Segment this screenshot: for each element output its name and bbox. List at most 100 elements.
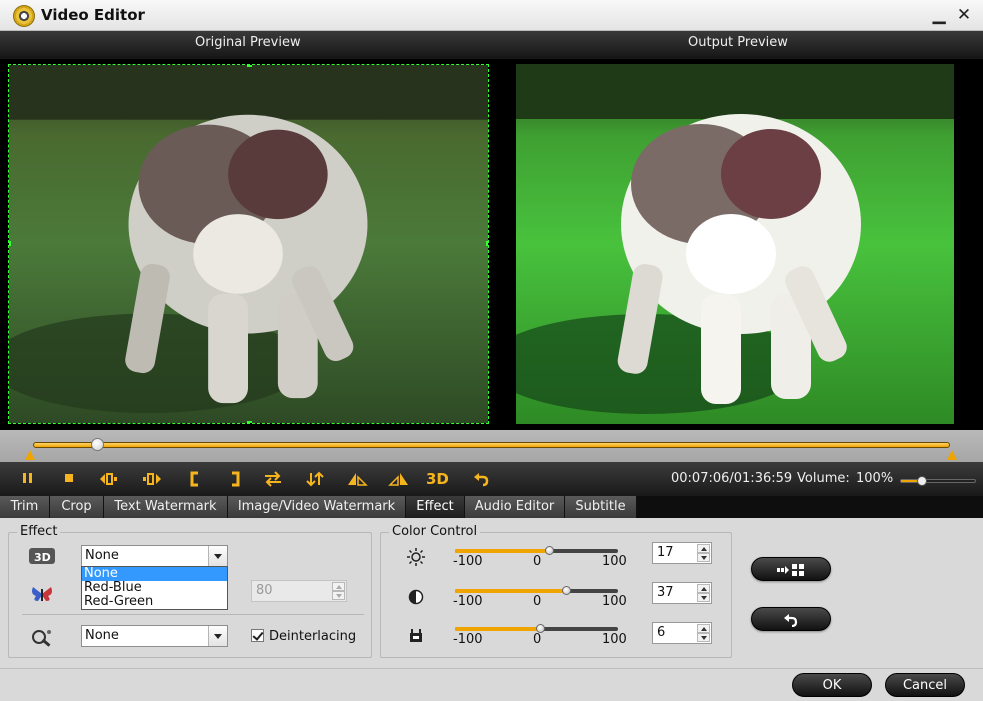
- contrast-spinbox[interactable]: 37: [652, 582, 712, 604]
- volume-slider-thumb[interactable]: [917, 476, 928, 486]
- preview-header: Original Preview Output Preview: [0, 31, 983, 59]
- minimize-icon[interactable]: ▁: [929, 4, 949, 26]
- saturation-slider[interactable]: [455, 624, 618, 633]
- spin-up-icon[interactable]: [697, 584, 710, 593]
- dropdown-option-none[interactable]: None: [82, 567, 227, 581]
- brightness-min-label: -100: [453, 554, 483, 569]
- spin-up-icon: [332, 582, 345, 591]
- tab-image-video-watermark[interactable]: Image/Video Watermark: [228, 496, 406, 518]
- tab-subtitle[interactable]: Subtitle: [565, 496, 637, 518]
- dog-image-original: [9, 65, 488, 423]
- 3d-icon[interactable]: 3D: [426, 468, 449, 490]
- saturation-min-label: -100: [453, 632, 483, 647]
- contrast-icon: [408, 589, 424, 605]
- saturation-mid-label: 0: [533, 632, 542, 647]
- deinterlacing-label: Deinterlacing: [269, 629, 357, 644]
- mark-out-icon[interactable]: [224, 468, 246, 490]
- spin-down-icon[interactable]: [697, 633, 710, 642]
- dog-image-output: [496, 64, 976, 424]
- saturation-max-label: 100: [602, 632, 627, 647]
- reset-icon: [784, 614, 798, 627]
- timeline: [0, 430, 983, 462]
- brightness-mid-label: 0: [533, 554, 542, 569]
- cancel-button[interactable]: Cancel: [885, 673, 965, 697]
- tab-bar: Trim Crop Text Watermark Image/Video Wat…: [0, 496, 983, 518]
- saturation-spinbox[interactable]: 6: [652, 622, 712, 644]
- chevron-down-icon[interactable]: [208, 546, 227, 566]
- brightness-slider-fill: [455, 549, 551, 553]
- flip-horizontal-icon[interactable]: [262, 468, 284, 490]
- 3d-effect-icon: 3D: [28, 546, 56, 566]
- effect-group-title: Effect: [17, 524, 61, 539]
- contrast-slider-thumb[interactable]: [561, 586, 571, 595]
- tab-crop[interactable]: Crop: [50, 496, 104, 518]
- volume-slider[interactable]: [900, 476, 976, 486]
- timecode: 00:07:06/01:36:59: [671, 471, 793, 486]
- contrast-max-label: 100: [602, 594, 627, 609]
- apply-to-all-icon: [777, 564, 804, 576]
- tab-trim[interactable]: Trim: [0, 496, 50, 518]
- contrast-slider-fill: [455, 589, 567, 593]
- deinterlacing-checkbox[interactable]: [251, 629, 264, 642]
- mark-in-icon[interactable]: [184, 468, 206, 490]
- output-preview-label: Output Preview: [688, 35, 788, 50]
- filter-select[interactable]: None: [81, 625, 228, 647]
- trim-start-marker[interactable]: [25, 450, 35, 460]
- footer: OK Cancel: [0, 668, 983, 701]
- ok-button[interactable]: OK: [792, 673, 872, 697]
- brightness-value: 17: [657, 545, 674, 560]
- depth-spinbox: 80: [251, 580, 347, 602]
- pause-icon[interactable]: [17, 468, 39, 490]
- playback-controls: 3D 00:07:06/01:36:59 Volume: 100%: [0, 462, 983, 496]
- effect-panel: Effect 3D None None Red-Blue Red-Green 8…: [0, 518, 983, 668]
- volume-value: 100%: [856, 471, 894, 486]
- brightness-spinbox[interactable]: 17: [652, 542, 712, 564]
- tab-text-watermark[interactable]: Text Watermark: [104, 496, 228, 518]
- 3d-effect-select[interactable]: None: [81, 545, 228, 567]
- contrast-slider[interactable]: [455, 586, 618, 595]
- flip-vertical-icon[interactable]: [304, 468, 326, 490]
- timeline-track[interactable]: [33, 442, 950, 448]
- saturation-icon: [408, 628, 424, 644]
- divider: [22, 614, 364, 615]
- color-control-group-title: Color Control: [389, 524, 481, 539]
- original-preview[interactable]: [8, 64, 489, 424]
- spin-up-icon[interactable]: [697, 544, 710, 553]
- spin-down-icon[interactable]: [697, 593, 710, 602]
- tab-audio-editor[interactable]: Audio Editor: [465, 496, 565, 518]
- spin-down-icon[interactable]: [697, 553, 710, 562]
- stop-icon[interactable]: [58, 468, 80, 490]
- dropdown-option-red-green[interactable]: Red-Green: [82, 595, 227, 609]
- contrast-value: 37: [657, 585, 674, 600]
- app-icon: [13, 5, 35, 27]
- prev-frame-icon[interactable]: [98, 468, 120, 490]
- butterfly-icon: [30, 584, 54, 604]
- tab-effect[interactable]: Effect: [406, 496, 465, 518]
- next-frame-icon[interactable]: [141, 468, 163, 490]
- contrast-mid-label: 0: [533, 594, 542, 609]
- contrast-min-label: -100: [453, 594, 483, 609]
- volume-label: Volume:: [797, 471, 850, 486]
- saturation-slider-fill: [455, 627, 542, 631]
- brightness-icon: [407, 548, 425, 566]
- trim-end-marker[interactable]: [947, 450, 957, 460]
- title-bar: Video Editor ▁ ✕: [0, 0, 983, 31]
- close-icon[interactable]: ✕: [954, 4, 974, 26]
- saturation-value: 6: [657, 625, 666, 640]
- brightness-max-label: 100: [602, 554, 627, 569]
- chevron-down-icon[interactable]: [208, 626, 227, 646]
- preview-area: [0, 59, 983, 430]
- reset-button[interactable]: [751, 607, 831, 631]
- brightness-slider[interactable]: [455, 546, 618, 555]
- 3d-effect-select-value: None: [85, 548, 119, 563]
- rotate-left-icon[interactable]: [346, 468, 368, 490]
- timeline-playhead[interactable]: [91, 438, 105, 451]
- filter-select-value: None: [85, 628, 119, 643]
- magic-wand-icon: [30, 628, 54, 650]
- 3d-effect-dropdown: None Red-Blue Red-Green: [81, 566, 228, 610]
- undo-icon[interactable]: [470, 468, 492, 490]
- apply-to-all-button[interactable]: [751, 557, 831, 581]
- spin-up-icon[interactable]: [697, 624, 710, 633]
- dropdown-option-red-blue[interactable]: Red-Blue: [82, 581, 227, 595]
- rotate-right-icon[interactable]: [388, 468, 410, 490]
